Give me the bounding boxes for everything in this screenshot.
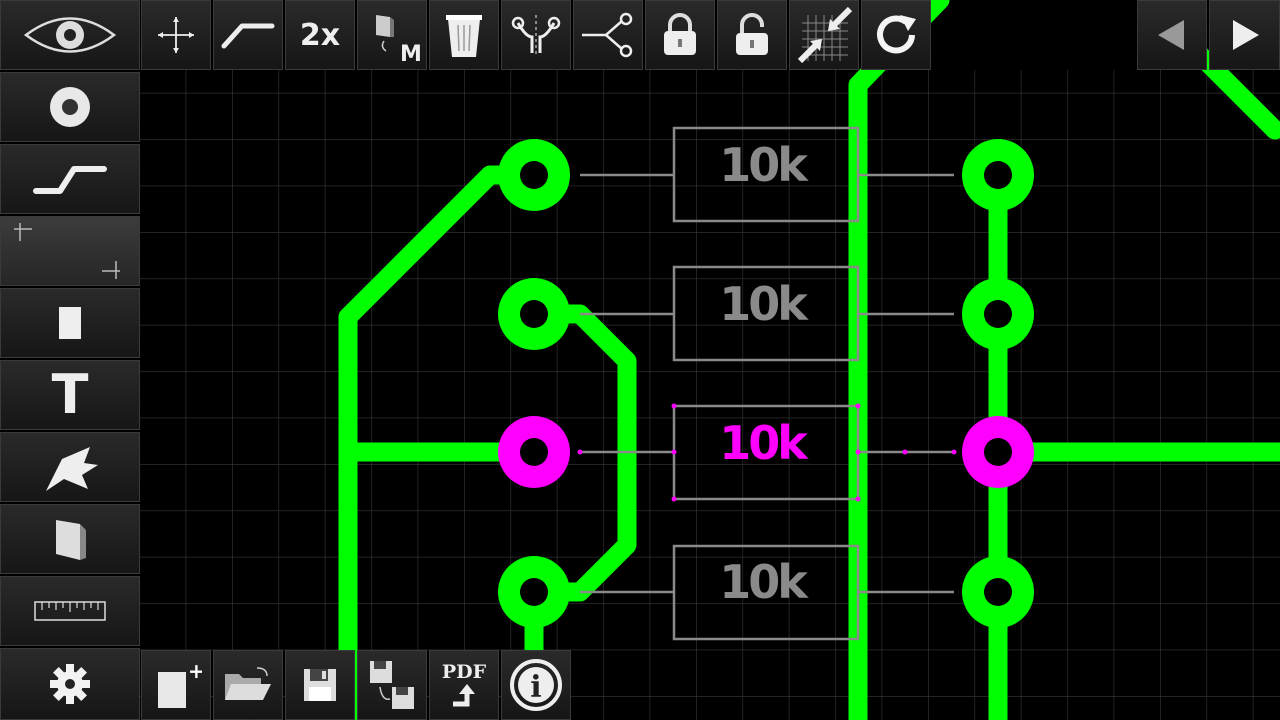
prev-arrow-icon xyxy=(1158,20,1184,50)
refresh-icon xyxy=(877,15,916,54)
resistor-label: 10k xyxy=(719,138,809,192)
svg-text:+: + xyxy=(188,659,202,683)
lock-icon xyxy=(664,13,696,55)
smd-pad-button[interactable] xyxy=(0,288,140,358)
save-as-icon xyxy=(370,661,414,709)
unlock-button[interactable] xyxy=(717,0,787,70)
refresh-button[interactable] xyxy=(861,0,931,70)
prev-button[interactable] xyxy=(1137,0,1207,70)
open-file-button[interactable] xyxy=(213,650,283,720)
track-icon xyxy=(221,23,275,49)
svg-text:M: M xyxy=(400,42,420,63)
track-draw-button[interactable] xyxy=(0,144,140,214)
gear-icon xyxy=(50,664,90,704)
new-file-button[interactable]: + xyxy=(141,650,211,720)
split-icon xyxy=(511,15,561,55)
folder-open-icon xyxy=(225,667,271,700)
view-button[interactable] xyxy=(0,0,140,70)
new-file-icon: + xyxy=(158,659,202,708)
component-button[interactable] xyxy=(0,504,140,574)
lock-button[interactable] xyxy=(645,0,715,70)
info-button[interactable]: i xyxy=(501,650,571,720)
pdf-label: PDF xyxy=(441,660,487,683)
delete-button[interactable] xyxy=(429,0,499,70)
eye-icon xyxy=(23,17,117,53)
measure-button[interactable] xyxy=(0,576,140,646)
zone-icon xyxy=(46,447,98,491)
resistor-label-selected: 10k xyxy=(719,416,809,470)
svg-text:i: i xyxy=(530,670,541,705)
snap-grid-icon xyxy=(797,6,853,64)
export-pdf-button[interactable]: PDF xyxy=(429,650,499,720)
move-crosshair-icon xyxy=(158,17,194,53)
track-icon xyxy=(33,166,107,194)
info-icon: i xyxy=(510,659,562,711)
track-tool-button[interactable] xyxy=(213,0,283,70)
corner-marks-icon xyxy=(14,223,120,279)
text-tool-label: T xyxy=(51,363,89,426)
ruler-icon xyxy=(34,601,106,621)
save-button[interactable] xyxy=(285,650,355,720)
mirror-m-icon: M xyxy=(376,15,420,63)
resistor-label: 10k xyxy=(719,277,809,331)
zoom-2x-button[interactable]: 2x xyxy=(285,0,355,70)
pcb-canvas[interactable]: 10k 10k 10k 10k xyxy=(0,0,1280,720)
branch-button[interactable] xyxy=(573,0,643,70)
unlock-icon xyxy=(736,13,768,55)
resistor-label: 10k xyxy=(719,555,809,609)
move-button[interactable] xyxy=(141,0,211,70)
trash-icon xyxy=(446,15,482,57)
split-track-button[interactable] xyxy=(501,0,571,70)
branch-icon xyxy=(582,12,633,58)
mirror-button[interactable]: M xyxy=(357,0,427,70)
pad-icon xyxy=(50,87,90,127)
text-tool-button[interactable]: T xyxy=(0,360,140,430)
next-button[interactable] xyxy=(1209,0,1280,70)
next-arrow-icon xyxy=(1232,20,1259,50)
grid xyxy=(140,70,1280,720)
export-arrow-icon xyxy=(453,683,475,706)
snap-grid-button[interactable] xyxy=(789,0,859,70)
zone-tool-button[interactable] xyxy=(0,432,140,502)
pad-tool-button[interactable] xyxy=(0,72,140,142)
area-select-button[interactable] xyxy=(0,216,140,286)
settings-button[interactable] xyxy=(0,648,140,720)
save-icon xyxy=(304,669,336,701)
smd-icon xyxy=(59,307,81,339)
save-as-button[interactable] xyxy=(357,650,427,720)
component-icon xyxy=(56,520,86,560)
zoom-2x-label: 2x xyxy=(299,17,341,53)
